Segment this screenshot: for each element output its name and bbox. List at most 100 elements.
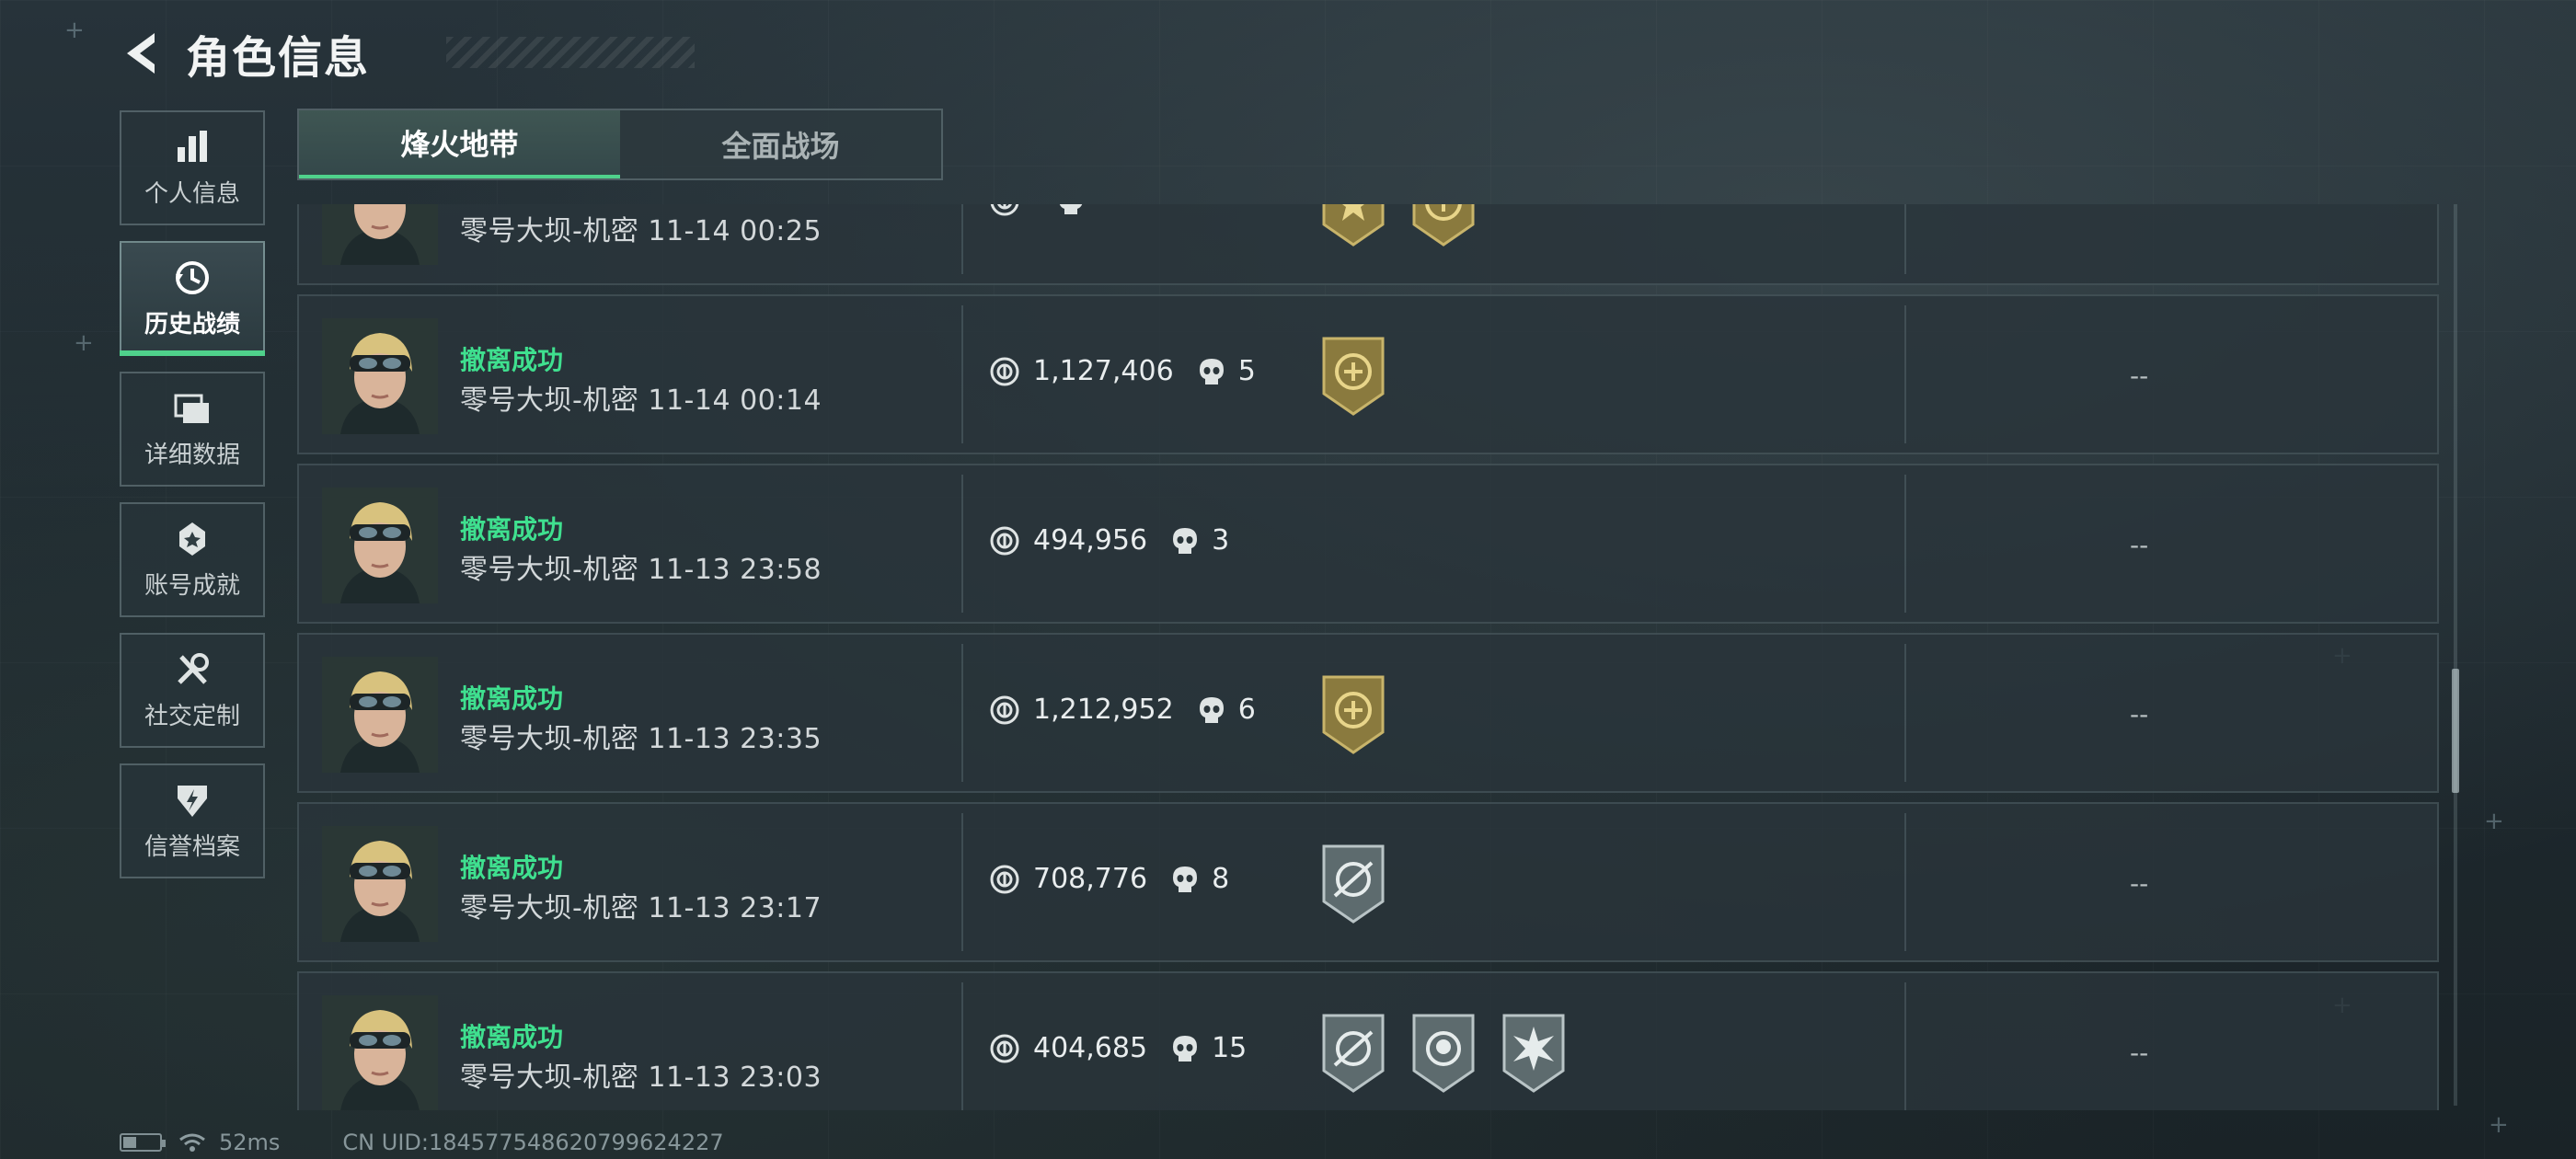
skull-icon bbox=[1173, 1035, 1198, 1061]
badge-list bbox=[1318, 673, 1388, 756]
badge-list bbox=[1318, 1012, 1569, 1095]
coin-icon bbox=[990, 1034, 1019, 1062]
coin-icon bbox=[990, 865, 1019, 893]
operator-avatar bbox=[322, 318, 438, 434]
record-stats: 708,776 8 bbox=[989, 863, 1229, 895]
record-stats: 404,685 15 bbox=[989, 1032, 1247, 1064]
operator-avatar bbox=[322, 488, 438, 603]
badge-list bbox=[1318, 204, 1478, 248]
badge-silver-crosshair-icon bbox=[1318, 1012, 1388, 1095]
shield-bolt-icon bbox=[178, 786, 207, 817]
sidebar-item-match-history[interactable]: 历史战绩 bbox=[120, 241, 265, 356]
sidebar-item-reputation[interactable]: 信誉档案 bbox=[120, 763, 265, 878]
badge-silver-crosshair-icon bbox=[1318, 843, 1388, 925]
skull-icon bbox=[1173, 527, 1198, 554]
bar-chart-icon bbox=[178, 131, 207, 162]
match-record-row[interactable]: 撤离成功 零号大坝-机密 11-13 23:03 404,685 15 -- bbox=[297, 971, 2439, 1110]
match-record-row[interactable]: 撤离成功 零号大坝-机密 11-13 23:58 494,956 3 -- bbox=[297, 464, 2439, 624]
kill-count: 6 bbox=[1237, 694, 1256, 726]
badge-gold-star-icon bbox=[1318, 204, 1388, 248]
sidebar-item-label: 历史战绩 bbox=[144, 311, 240, 339]
match-record-row[interactable]: 零号大坝-机密 11-14 00:25 bbox=[297, 204, 2439, 285]
column-divider bbox=[961, 813, 963, 951]
match-history-list[interactable]: 零号大坝-机密 11-14 00:25 撤离成功 零号大坝-机密 11-14 0… bbox=[297, 204, 2439, 1110]
kill-count: 8 bbox=[1212, 863, 1230, 895]
sidebar-item-label: 账号成就 bbox=[144, 572, 240, 600]
sidebar-item-personal-info[interactable]: 个人信息 bbox=[120, 110, 265, 225]
column-divider bbox=[1904, 305, 1906, 443]
kill-count: 3 bbox=[1212, 524, 1230, 557]
match-record-row[interactable]: 撤离成功 零号大坝-机密 11-13 23:17 708,776 8 -- bbox=[297, 802, 2439, 962]
extra-info: -- bbox=[2130, 361, 2149, 391]
match-record-row[interactable]: 撤离成功 零号大坝-机密 11-14 00:14 1,127,406 5 -- bbox=[297, 294, 2439, 454]
record-stats: 1,127,406 5 bbox=[989, 355, 1256, 387]
operator-avatar bbox=[322, 995, 438, 1110]
record-stats bbox=[989, 204, 1098, 217]
badge-silver-skull-icon bbox=[1409, 1012, 1478, 1095]
sidebar-item-detailed-data[interactable]: 详细数据 bbox=[120, 372, 265, 487]
skull-icon bbox=[1059, 204, 1083, 214]
map-and-time: 零号大坝-机密 11-14 00:14 bbox=[460, 384, 822, 417]
sidebar-item-achievements[interactable]: 账号成就 bbox=[120, 502, 265, 617]
record-stats: 1,212,952 6 bbox=[989, 694, 1256, 726]
map-and-time: 零号大坝-机密 11-13 23:35 bbox=[460, 723, 822, 755]
record-stats: 494,956 3 bbox=[989, 524, 1229, 557]
extraction-status: 撤离成功 bbox=[460, 853, 564, 883]
map-and-time: 零号大坝-机密 11-13 23:03 bbox=[460, 1061, 822, 1094]
sidebar-item-label: 个人信息 bbox=[144, 180, 240, 208]
sidebar-item-label: 社交定制 bbox=[144, 703, 240, 730]
column-divider bbox=[961, 305, 963, 443]
status-bar: 52ms CN UID:1845775486207996242​27 bbox=[120, 1130, 724, 1155]
medal-icon bbox=[179, 522, 205, 556]
column-divider bbox=[1904, 982, 1906, 1110]
coin-icon bbox=[990, 204, 1019, 216]
skull-icon bbox=[1199, 358, 1224, 384]
title-decoration bbox=[446, 37, 695, 68]
loot-value: 494,956 bbox=[1033, 524, 1148, 557]
clock-history-icon bbox=[176, 261, 209, 294]
badge-gold-emblem-icon bbox=[1318, 673, 1388, 756]
extraction-status: 撤离成功 bbox=[460, 345, 564, 375]
operator-avatar bbox=[322, 204, 438, 265]
column-divider bbox=[1904, 813, 1906, 951]
back-button[interactable] bbox=[120, 28, 164, 79]
badge-gold-emblem-icon bbox=[1409, 204, 1478, 248]
wifi-icon bbox=[179, 1133, 205, 1152]
map-and-time: 零号大坝-机密 11-13 23:58 bbox=[460, 554, 822, 586]
kill-count: 15 bbox=[1212, 1032, 1248, 1064]
loot-value: 404,685 bbox=[1033, 1032, 1148, 1064]
sidebar: 个人信息 历史战绩 详细数据 账号成就 社交定制 信誉档案 bbox=[120, 110, 265, 894]
scrollbar[interactable] bbox=[2452, 204, 2459, 1106]
extraction-status: 撤离成功 bbox=[460, 1022, 564, 1052]
ping-text: 52ms bbox=[219, 1130, 281, 1155]
folders-icon bbox=[174, 394, 209, 423]
skull-icon bbox=[1173, 866, 1198, 892]
sidebar-item-label: 信誉档案 bbox=[144, 833, 240, 861]
scrollbar-thumb[interactable] bbox=[2452, 669, 2459, 793]
coin-icon bbox=[990, 357, 1019, 385]
skull-icon bbox=[1199, 696, 1224, 723]
badge-list bbox=[1318, 335, 1388, 418]
mode-tabs: 烽火地带 全面战场 bbox=[297, 109, 943, 180]
column-divider bbox=[961, 644, 963, 782]
extra-info: -- bbox=[2130, 530, 2149, 560]
map-and-time: 零号大坝-机密 11-13 23:17 bbox=[460, 892, 822, 924]
operator-avatar bbox=[322, 657, 438, 773]
extraction-status: 撤离成功 bbox=[460, 683, 564, 714]
tab-full-battlefield[interactable]: 全面战场 bbox=[620, 110, 941, 178]
column-divider bbox=[1904, 204, 1906, 274]
loot-value: 708,776 bbox=[1033, 863, 1148, 895]
back-arrow-icon bbox=[127, 33, 155, 74]
map-and-time: 零号大坝-机密 11-14 00:25 bbox=[460, 215, 822, 247]
kill-count: 5 bbox=[1237, 355, 1256, 387]
column-divider bbox=[1904, 644, 1906, 782]
match-record-row[interactable]: 撤离成功 零号大坝-机密 11-13 23:35 1,212,952 6 -- bbox=[297, 633, 2439, 793]
loot-value: 1,127,406 bbox=[1033, 355, 1174, 387]
extraction-status: 撤离成功 bbox=[460, 514, 564, 545]
extra-info: -- bbox=[2130, 699, 2149, 729]
tools-icon bbox=[178, 653, 209, 684]
battery-icon bbox=[120, 1133, 166, 1152]
column-divider bbox=[961, 982, 963, 1110]
tab-warzone[interactable]: 烽火地带 bbox=[299, 110, 620, 178]
sidebar-item-social[interactable]: 社交定制 bbox=[120, 633, 265, 748]
